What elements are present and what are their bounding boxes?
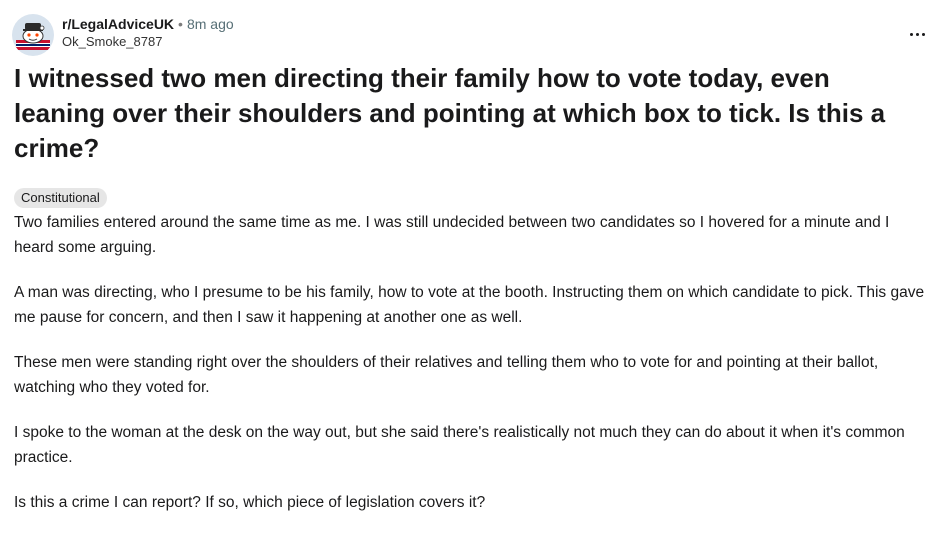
- post-body: Two families entered around the same tim…: [14, 210, 929, 535]
- subreddit-name[interactable]: r/LegalAdviceUK: [62, 16, 174, 32]
- post-title[interactable]: I witnessed two men directing their fami…: [14, 61, 914, 166]
- post-time: 8m ago: [186, 16, 234, 32]
- post-flair[interactable]: Constitutional: [14, 188, 107, 208]
- body-paragraph: Is this a crime I can report? If so, whi…: [14, 494, 486, 511]
- meta-separator: •: [178, 16, 183, 32]
- more-options-button[interactable]: [905, 26, 929, 42]
- body-paragraph: Two families entered around the same tim…: [14, 214, 890, 256]
- subreddit-avatar[interactable]: [12, 14, 54, 56]
- body-paragraph: A man was directing, who I presume to be…: [14, 284, 925, 326]
- author-name[interactable]: Ok_Smoke_8787: [62, 33, 234, 50]
- body-paragraph: I spoke to the woman at the desk on the …: [14, 424, 905, 466]
- body-paragraph: These men were standing right over the s…: [14, 354, 879, 396]
- post-meta: r/LegalAdviceUK • 8m ago Ok_Smoke_8787: [62, 15, 234, 50]
- post-header: r/LegalAdviceUK • 8m ago Ok_Smoke_8787: [12, 12, 933, 56]
- more-horizontal-icon: [909, 32, 913, 36]
